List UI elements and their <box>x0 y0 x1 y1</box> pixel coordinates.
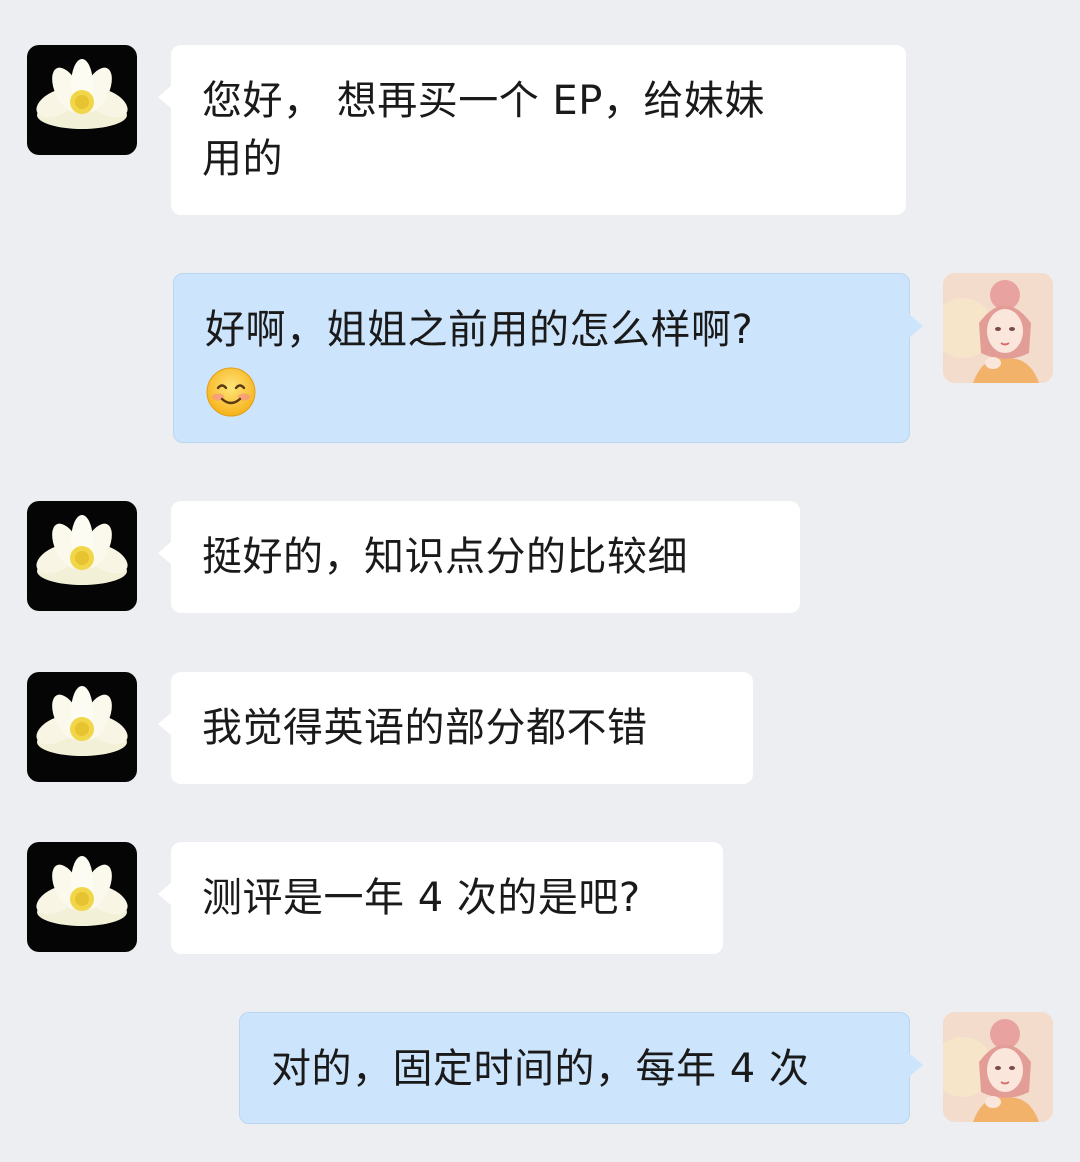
lotus-flower-icon <box>36 856 128 926</box>
message-text: 您好， 想再买一个 EP，给妹妹 <box>202 78 765 124</box>
lotus-avatar[interactable] <box>27 501 137 611</box>
incoming-message-bubble[interactable]: 我觉得英语的部分都不错 <box>158 672 753 784</box>
outgoing-message-bubble[interactable]: 对的，固定时间的，每年 4 次 <box>239 1012 923 1124</box>
lotus-avatar[interactable] <box>27 842 137 952</box>
message-text: 我觉得英语的部分都不错 <box>202 705 648 751</box>
girl-avatar[interactable] <box>943 273 1053 383</box>
incoming-message-bubble[interactable]: 测评是一年 4 次的是吧? <box>158 842 723 954</box>
lotus-avatar[interactable] <box>27 672 137 782</box>
message-text: 用的 <box>202 136 283 182</box>
outgoing-message-bubble[interactable]: 好啊，姐姐之前用的怎么样啊? <box>173 273 923 443</box>
message-text: 挺好的，知识点分的比较细 <box>202 534 688 580</box>
lotus-flower-icon <box>36 515 128 585</box>
smiling-face-emoji-icon <box>205 366 257 418</box>
lotus-flower-icon <box>36 686 128 756</box>
message-text: 对的，固定时间的，每年 4 次 <box>271 1046 810 1092</box>
message-text: 测评是一年 4 次的是吧? <box>202 875 641 921</box>
incoming-message-bubble[interactable]: 您好， 想再买一个 EP，给妹妹 用的 <box>158 45 906 215</box>
girl-portrait-icon <box>943 1012 1053 1122</box>
message-text: 好啊，姐姐之前用的怎么样啊? <box>205 307 754 353</box>
girl-avatar[interactable] <box>943 1012 1053 1122</box>
incoming-message-bubble[interactable]: 挺好的，知识点分的比较细 <box>158 501 800 613</box>
lotus-avatar[interactable] <box>27 45 137 155</box>
girl-portrait-icon <box>943 273 1053 383</box>
lotus-flower-icon <box>36 59 128 129</box>
